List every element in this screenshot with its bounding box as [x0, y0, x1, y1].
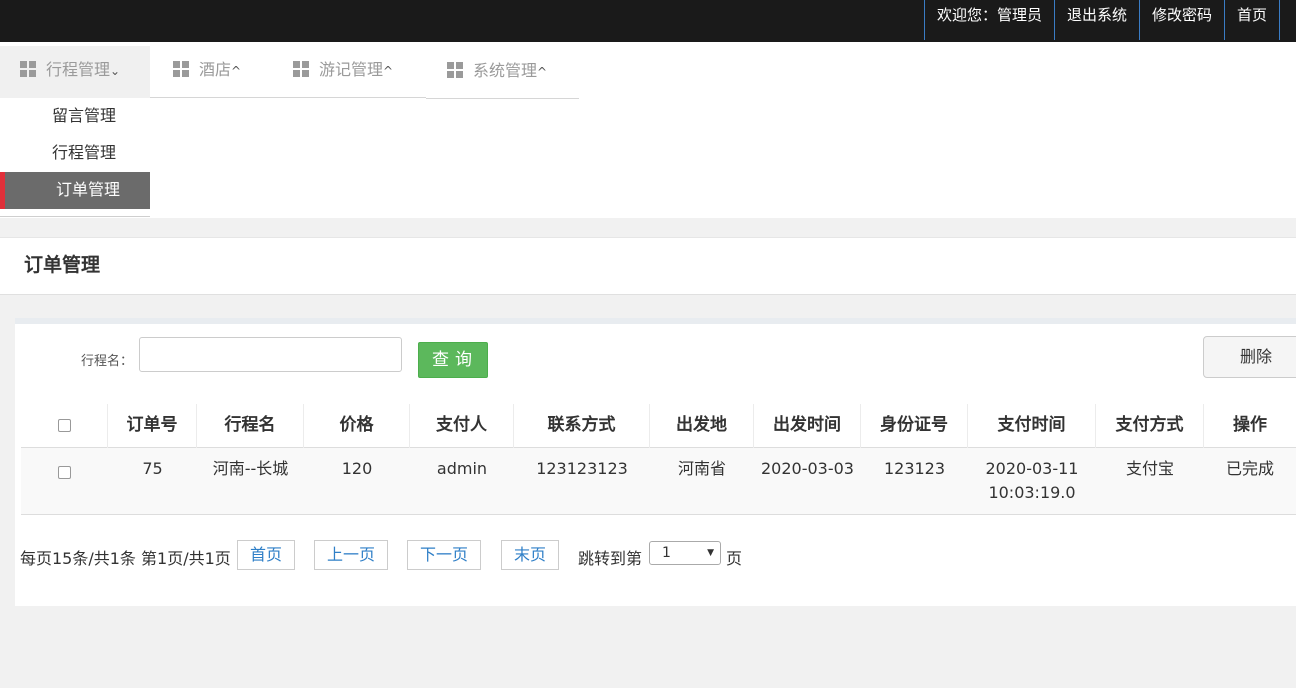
- jump-label: 跳转到第: [578, 549, 643, 568]
- column-header: 联系方式: [514, 404, 650, 448]
- trip-name-cell: 河南--长城: [212, 459, 289, 478]
- id-number-cell: 123123: [883, 459, 946, 478]
- column-header: 支付时间: [968, 404, 1096, 448]
- column-header: 支付方式: [1096, 404, 1204, 448]
- dropdown-arrow-icon: ▼: [707, 548, 714, 558]
- select-all-cell: [21, 404, 108, 448]
- page-select[interactable]: 1 ▼: [649, 541, 721, 565]
- nav-item-travelogue-management[interactable]: 游记管理^: [276, 46, 426, 98]
- first-page-button[interactable]: 首页: [237, 540, 296, 570]
- next-page-button[interactable]: 下一页: [407, 540, 482, 570]
- nav-item-hotel[interactable]: 酒店^: [150, 46, 276, 98]
- top-bar: 欢迎您：管理员 退出系统 修改密码 首页: [0, 0, 1296, 42]
- change-password-link[interactable]: 修改密码: [1138, 0, 1224, 40]
- column-header: 出发地: [650, 404, 754, 448]
- order-no-cell: 75: [142, 459, 163, 478]
- top-links: 欢迎您：管理员 退出系统 修改密码 首页: [923, 0, 1280, 40]
- column-header: 价格: [304, 404, 410, 448]
- pay-clock-text: 10:03:19.0: [988, 483, 1076, 502]
- chevron-up-icon: ^: [231, 64, 242, 78]
- table-header: 订单号 行程名 价格 支付人 联系方式 出发地 出发时间 身份证号 支付时间 支…: [21, 404, 1296, 448]
- grid-icon: [20, 61, 36, 77]
- payer-cell: admin: [436, 459, 488, 478]
- pay-date-text: 2020-03-11: [985, 459, 1079, 478]
- nav-label: 酒店: [199, 60, 232, 79]
- grid-icon: [293, 61, 309, 77]
- table-row[interactable]: 75 河南--长城 120 admin 123123123 河南省 2020-0…: [21, 448, 1296, 515]
- row-select-cell: [21, 448, 108, 484]
- column-header: 出发时间: [754, 404, 861, 448]
- nav-label: 行程管理: [46, 60, 111, 79]
- trip-name-input[interactable]: [139, 337, 402, 372]
- submenu: 留言管理 行程管理 订单管理: [0, 98, 150, 217]
- pay-time-cell: 2020-03-11 10:03:19.0: [968, 448, 1096, 505]
- nav-label: 系统管理: [473, 61, 538, 80]
- page-unit-label: 页: [726, 549, 743, 568]
- column-header: 行程名: [197, 404, 304, 448]
- last-page-button[interactable]: 末页: [501, 540, 560, 570]
- grid-icon: [447, 62, 463, 78]
- grid-icon: [173, 61, 189, 77]
- contact-cell: 123123123: [536, 459, 628, 478]
- logout-link[interactable]: 退出系统: [1053, 0, 1139, 40]
- chevron-up-icon: ^: [537, 65, 548, 79]
- page-title: 订单管理: [24, 254, 101, 276]
- column-header: 操作: [1233, 415, 1267, 435]
- column-header: 支付人: [410, 404, 514, 448]
- content-panel: 行程名： 查询 删除 订单号 行程名 价格 支付人 联系方式 出发地 出发时间 …: [15, 318, 1296, 606]
- nav-label: 游记管理: [319, 60, 384, 79]
- row-checkbox[interactable]: [58, 466, 71, 479]
- column-header: 身份证号: [861, 404, 968, 448]
- delete-button[interactable]: 删除: [1203, 336, 1296, 378]
- status-cell: 已完成: [1225, 459, 1274, 478]
- page-select-value: 1: [662, 545, 671, 561]
- query-button[interactable]: 查询: [418, 342, 488, 378]
- pay-method-cell: 支付宝: [1125, 459, 1174, 478]
- submenu-item-orders[interactable]: 订单管理: [0, 172, 150, 209]
- select-all-checkbox[interactable]: [57, 418, 71, 432]
- welcome-text: 欢迎您：管理员: [923, 0, 1054, 40]
- nav-area: 行程管理⌄ 酒店^ 游记管理^ 系统管理^ 留言管理 行程管理 订单管理: [0, 42, 1296, 218]
- title-bar: 订单管理: [0, 237, 1296, 295]
- price-cell: 120: [341, 459, 373, 478]
- column-header: 订单号: [108, 404, 197, 448]
- chevron-up-icon: ^: [383, 64, 394, 78]
- nav-item-system-management[interactable]: 系统管理^: [426, 47, 579, 99]
- chevron-down-icon: ⌄: [110, 64, 121, 78]
- prev-page-button[interactable]: 上一页: [314, 540, 389, 570]
- nav-item-trip-management[interactable]: 行程管理⌄: [0, 46, 150, 98]
- departure-time-cell: 2020-03-03: [761, 459, 854, 478]
- trip-name-label: 行程名：: [81, 354, 134, 369]
- home-link[interactable]: 首页: [1223, 0, 1280, 40]
- submenu-item-messages[interactable]: 留言管理: [0, 98, 150, 135]
- submenu-divider: [0, 216, 150, 217]
- departure-place-cell: 河南省: [677, 459, 726, 478]
- orders-table: 订单号 行程名 价格 支付人 联系方式 出发地 出发时间 身份证号 支付时间 支…: [21, 404, 1296, 515]
- submenu-item-trips[interactable]: 行程管理: [0, 135, 150, 172]
- pager-summary: 每页15条/共1条 第1页/共1页: [20, 549, 231, 568]
